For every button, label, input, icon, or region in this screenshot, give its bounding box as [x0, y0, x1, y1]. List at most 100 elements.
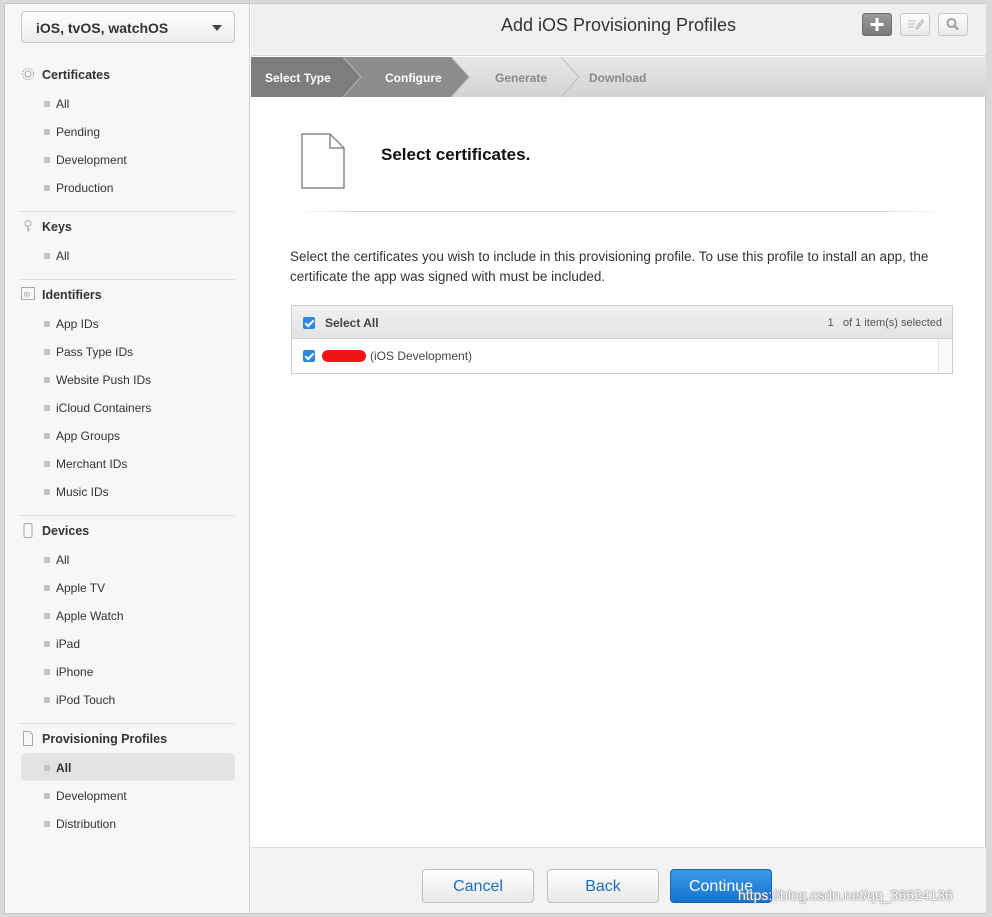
- bullet: [44, 765, 50, 771]
- main-panel: Add iOS Provisioning Profiles Select Typ…: [251, 4, 986, 913]
- sidebar-item-label: Pass Type IDs: [56, 345, 134, 359]
- table-row[interactable]: (iOS Development): [292, 339, 952, 373]
- sidebar-item-label: All: [56, 761, 72, 775]
- sidebar-item-website-push-ids[interactable]: Website Push IDs: [19, 365, 235, 393]
- sidebar-item-apple-tv[interactable]: Apple TV: [19, 573, 235, 601]
- sidebar-item-ipod-touch[interactable]: iPod Touch: [19, 685, 235, 713]
- sidebar-item-ipad[interactable]: iPad: [19, 629, 235, 657]
- selection-count: 1 of 1 item(s) selected: [828, 317, 942, 329]
- sidebar-item-label: Merchant IDs: [56, 457, 128, 471]
- sidebar-item-label: Website Push IDs: [56, 373, 152, 387]
- sidebar-item-pass-type-ids[interactable]: Pass Type IDs: [19, 337, 235, 365]
- bullet: [44, 129, 50, 135]
- sidebar-item-app-ids[interactable]: App IDs: [19, 309, 235, 337]
- section-header-certificates[interactable]: Certificates: [19, 61, 235, 89]
- sidebar-item-label: Production: [56, 181, 114, 195]
- bullet: [44, 101, 50, 107]
- sidebar-item-label: App Groups: [56, 429, 121, 443]
- sidebar-item-label: Distribution: [56, 817, 117, 831]
- sidebar-item-keys-all[interactable]: All: [19, 241, 235, 269]
- sidebar-item-icloud-containers[interactable]: iCloud Containers: [19, 393, 235, 421]
- sidebar-item-label: All: [56, 249, 70, 263]
- sidebar-item-profiles-all[interactable]: All: [21, 753, 235, 781]
- bullet: [44, 669, 50, 675]
- sidebar-item-merchant-ids[interactable]: Merchant IDs: [19, 449, 235, 477]
- bullet: [44, 821, 50, 827]
- select-all-label: Select All: [325, 316, 379, 330]
- bullet: [44, 349, 50, 355]
- sidebar-item-label: iPhone: [56, 665, 94, 679]
- search-button[interactable]: [938, 13, 968, 36]
- sidebar-item-label: All: [56, 553, 70, 567]
- sidebar-item-profiles-development[interactable]: Development: [19, 781, 235, 809]
- sidebar-item-production[interactable]: Production: [19, 173, 235, 201]
- title-bar: Add iOS Provisioning Profiles: [251, 4, 986, 56]
- bullet: [44, 321, 50, 327]
- bullet: [44, 585, 50, 591]
- step-download: Download: [589, 71, 647, 85]
- sidebar-item-label: Apple Watch: [56, 609, 124, 623]
- key-icon: [21, 219, 35, 234]
- cancel-button[interactable]: Cancel: [422, 869, 534, 903]
- sidebar-item-label: Music IDs: [56, 485, 109, 499]
- step-configure: Configure: [385, 71, 442, 85]
- table-header: Select All 1 of 1 item(s) selected: [292, 306, 952, 339]
- section-keys: Keys All: [19, 213, 235, 269]
- sidebar-item-app-groups[interactable]: App Groups: [19, 421, 235, 449]
- section-provisioning-profiles: Provisioning Profiles All Development Di…: [19, 725, 235, 837]
- section-header-keys[interactable]: Keys: [19, 213, 235, 241]
- redacted-name: [322, 350, 366, 362]
- sidebar-item-devices-all[interactable]: All: [19, 545, 235, 573]
- sidebar-item-distribution[interactable]: Distribution: [19, 809, 235, 837]
- device-icon: [21, 523, 35, 538]
- step-breadcrumb: Select Type Configure Generate Download: [251, 57, 986, 97]
- section-header-provisioning-profiles[interactable]: Provisioning Profiles: [19, 725, 235, 753]
- certificate-icon: [21, 67, 35, 82]
- platform-select[interactable]: iOS, tvOS, watchOS: [21, 11, 235, 43]
- bullet: [44, 433, 50, 439]
- edit-button[interactable]: [900, 13, 930, 36]
- bullet: [44, 613, 50, 619]
- certificate-type-label: (iOS Development): [370, 349, 473, 363]
- step-select-type: Select Type: [265, 71, 331, 85]
- sidebar-item-label: Development: [56, 153, 127, 167]
- sidebar-item-pending[interactable]: Pending: [19, 117, 235, 145]
- bullet: [44, 253, 50, 259]
- bullet: [44, 185, 50, 191]
- section-header-identifiers[interactable]: ID Identifiers: [19, 281, 235, 309]
- select-all-checkbox[interactable]: [303, 317, 315, 329]
- sidebar-item-apple-watch[interactable]: Apple Watch: [19, 601, 235, 629]
- sidebar-item-certificates-development[interactable]: Development: [19, 145, 235, 173]
- divider: [19, 279, 235, 280]
- section-identifiers: ID Identifiers App IDs Pass Type IDs Web…: [19, 281, 235, 505]
- sidebar-item-label: Apple TV: [56, 581, 106, 595]
- bullet: [44, 641, 50, 647]
- divider: [19, 211, 235, 212]
- section-title: Provisioning Profiles: [42, 732, 168, 746]
- id-icon: ID: [21, 287, 35, 302]
- certificate-checkbox[interactable]: [303, 350, 315, 362]
- step-generate: Generate: [495, 71, 548, 85]
- caret-down-icon: [212, 25, 222, 31]
- add-button[interactable]: [862, 13, 892, 36]
- sidebar-item-iphone[interactable]: iPhone: [19, 657, 235, 685]
- bullet: [44, 793, 50, 799]
- sidebar-item-certificates-all[interactable]: All: [19, 89, 235, 117]
- sidebar-item-music-ids[interactable]: Music IDs: [19, 477, 235, 505]
- watermark: https://blog.csdn.net/qq_36624136: [738, 887, 953, 903]
- back-button[interactable]: Back: [547, 869, 659, 903]
- search-icon: [946, 18, 959, 31]
- document-icon: [21, 731, 35, 746]
- bullet: [44, 557, 50, 563]
- bullet: [44, 405, 50, 411]
- sidebar-item-label: App IDs: [56, 317, 99, 331]
- section-header-devices[interactable]: Devices: [19, 517, 235, 545]
- footer: Cancel Back Continue: [251, 847, 986, 913]
- divider: [291, 211, 945, 212]
- document-icon: [301, 133, 345, 189]
- scrollbar[interactable]: [938, 339, 952, 373]
- edit-icon: [908, 19, 925, 30]
- selection-count-number: 1: [827, 317, 834, 329]
- divider: [19, 723, 235, 724]
- section-title: Keys: [42, 220, 72, 234]
